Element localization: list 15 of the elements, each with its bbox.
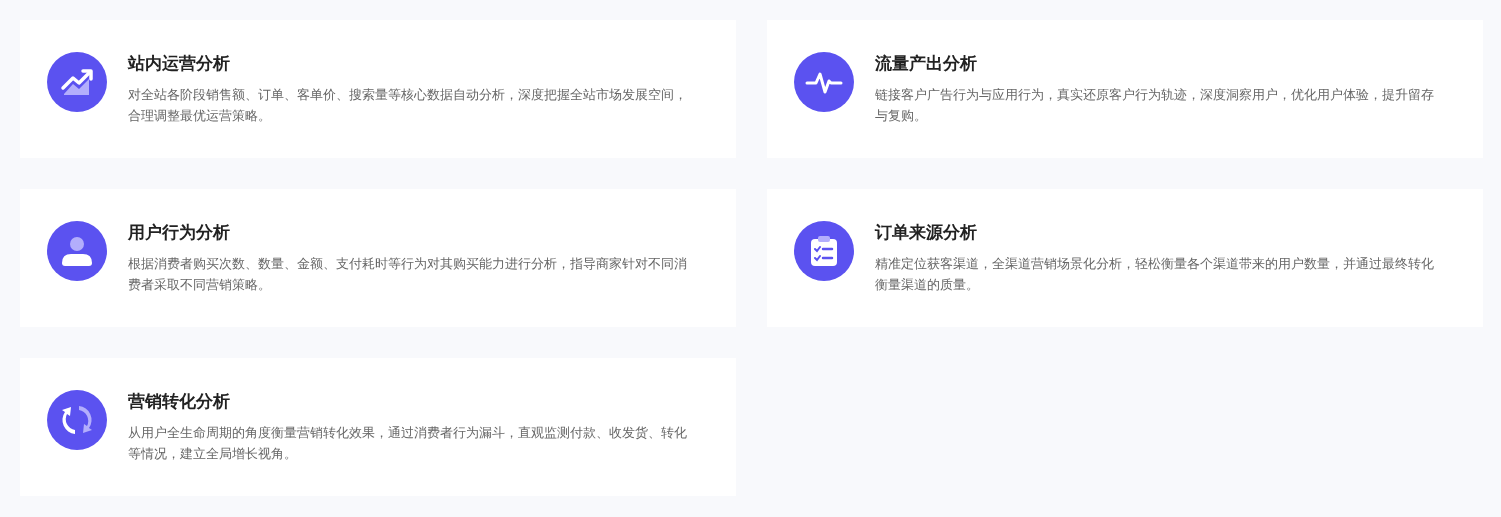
- feature-description: 链接客户广告行为与应用行为，真实还原客户行为轨迹，深度洞察用户，优化用户体验，提升留存与复购。: [875, 86, 1435, 125]
- feature-title: 用户行为分析: [128, 221, 231, 243]
- feature-title: 营销转化分析: [128, 390, 231, 412]
- feature-title: 站内运营分析: [128, 52, 231, 74]
- feature-description: 根据消费者购买次数、数量、金额、支付耗时等行为对其购买能力进行分析，指导商家针对不同消费者采取不同营销策略。: [128, 255, 688, 294]
- trend-icon: [47, 52, 107, 112]
- pulse-icon: [794, 52, 854, 112]
- feature-title: 流量产出分析: [875, 52, 978, 74]
- clipboard-icon: [794, 221, 854, 281]
- feature-title: 订单来源分析: [875, 221, 978, 243]
- feature-description: 精准定位获客渠道，全渠道营销场景化分析，轻松衡量各个渠道带来的用户数量，并通过最终转化衡量渠道的质量。: [875, 255, 1435, 294]
- refresh-icon: [47, 390, 107, 450]
- feature-description: 从用户全生命周期的角度衡量营销转化效果，通过消费者行为漏斗，直观监测付款、收发货、转化等情况，建立全局增长视角。: [128, 424, 688, 463]
- feature-description: 对全站各阶段销售额、订单、客单价、搜索量等核心数据自动分析，深度把握全站市场发展空间，合理调整最优运营策略。: [128, 86, 688, 125]
- user-icon: [47, 221, 107, 281]
